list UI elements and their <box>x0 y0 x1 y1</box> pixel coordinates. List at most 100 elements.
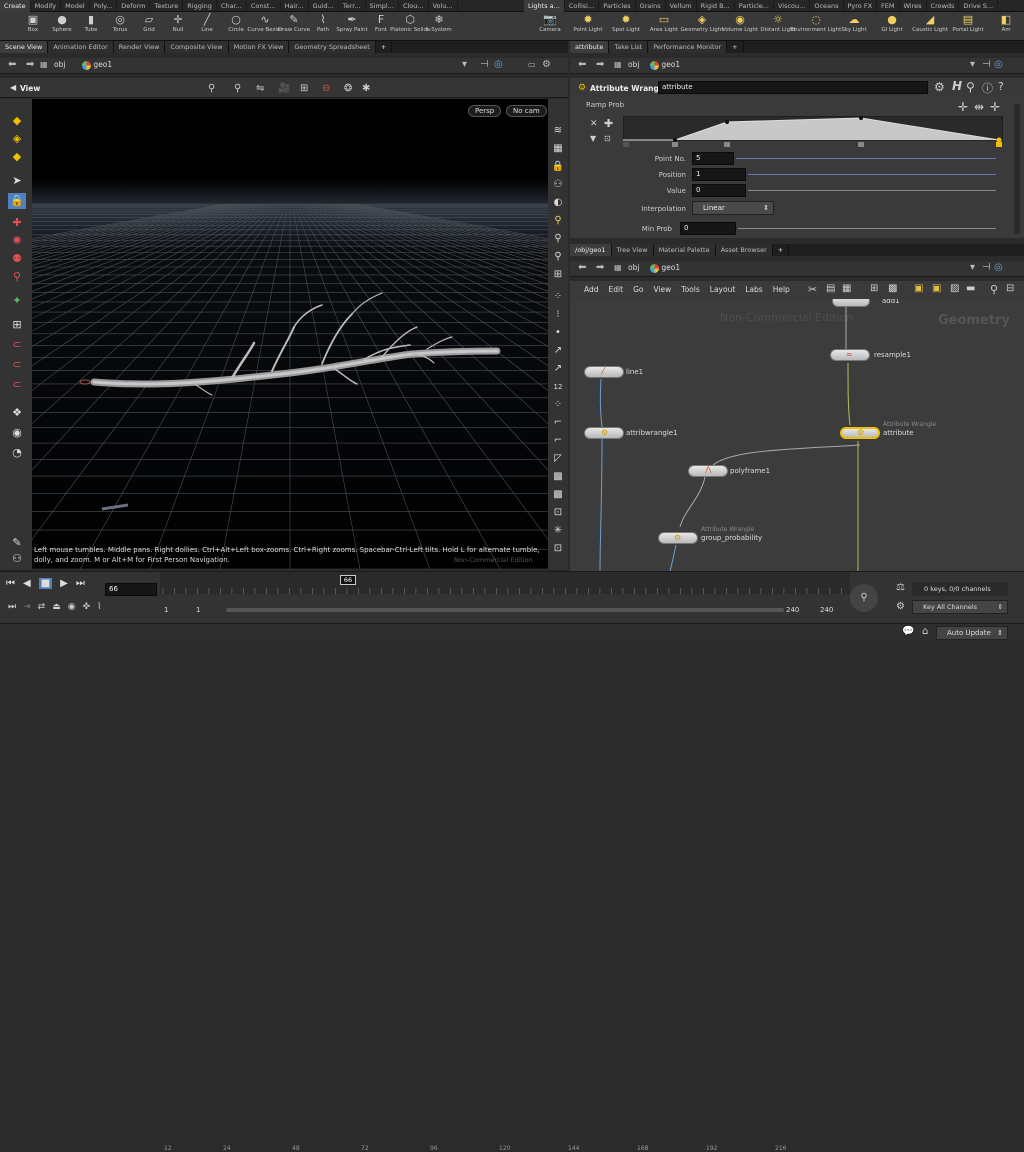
network-editor[interactable]: Non-Commercial Edition Geometry add1 ≈ r… <box>570 299 1024 571</box>
speed-icon[interactable]: ◉ <box>68 602 76 612</box>
network-note-icon[interactable]: ▣ <box>914 283 923 294</box>
pane-tab[interactable]: Composite View <box>165 41 229 53</box>
range-end[interactable]: 240 <box>786 606 799 614</box>
shelf-tab[interactable]: Particles <box>599 0 636 12</box>
shelf-tab[interactable]: Rigid B... <box>697 0 735 12</box>
jump-start-icon[interactable]: ⏮ <box>6 578 15 589</box>
shelf-tab[interactable]: Hair... <box>281 0 309 12</box>
viewport-canvas[interactable] <box>32 99 548 569</box>
camera-icon[interactable]: 🎥 <box>278 83 290 94</box>
ghost-icon[interactable]: ⚇ <box>549 177 567 193</box>
ramp-widget[interactable] <box>623 116 1003 150</box>
texture-icon[interactable]: ▩ <box>549 487 567 503</box>
network-link-icon[interactable]: ◎ <box>994 261 1003 275</box>
network-icon[interactable]: ⌂ <box>922 626 928 637</box>
network-color-icon[interactable]: ▩ <box>888 283 897 294</box>
position-slider[interactable] <box>748 174 996 175</box>
render-icon[interactable]: ◉ <box>8 425 26 441</box>
shelf-tab[interactable]: Wires <box>900 0 927 12</box>
perspective-menu[interactable]: Persp <box>468 105 502 117</box>
measure-icon[interactable]: ⌐ <box>549 433 567 449</box>
record-icon[interactable]: ⊖ <box>322 83 330 94</box>
network-image-icon[interactable]: ▨ <box>950 283 959 294</box>
pin-view-icon[interactable]: ⊡ <box>549 541 567 557</box>
dot-icon[interactable]: • <box>549 325 567 341</box>
ramp-menu-icon[interactable]: ✛ <box>990 100 1000 114</box>
network-sticky-icon[interactable]: ▣ <box>932 283 941 294</box>
network-menu-item[interactable]: Labs <box>745 285 762 294</box>
sync-icon[interactable]: ⇄ <box>38 602 46 612</box>
node-polyframe1[interactable]: ⋀ <box>688 465 728 477</box>
point-numbers-icon[interactable]: 12 <box>549 379 567 395</box>
magnet2-icon[interactable]: ⊂ <box>8 357 26 373</box>
pane-tab[interactable]: Scene View <box>0 41 49 53</box>
tool-box[interactable]: ▣ Box <box>18 13 48 40</box>
params-path-node[interactable]: geo1 <box>661 60 680 69</box>
value-field[interactable]: 0 <box>692 184 746 197</box>
scale-icon[interactable]: ⚉ <box>8 251 26 267</box>
point-no-slider[interactable] <box>736 158 996 159</box>
node-group-probability[interactable]: ⚙ <box>658 532 698 544</box>
rotate-icon[interactable]: ✺ <box>8 233 26 249</box>
network-menu-item[interactable]: Help <box>773 285 790 294</box>
network-back-icon[interactable]: ⬅ <box>578 261 586 275</box>
info-icon[interactable]: ⓘ <box>982 80 993 96</box>
edge-icon[interactable]: ⌐ <box>549 415 567 431</box>
shelf-tab[interactable]: Lights a... <box>524 0 565 12</box>
shelf-tab[interactable]: Const... <box>247 0 281 12</box>
realtime-icon[interactable]: ⏭ <box>8 602 16 612</box>
vertex-icon[interactable]: ⁘ <box>549 397 567 413</box>
tool-gi-light[interactable]: ● GI Light <box>874 13 910 40</box>
select-mode-icon[interactable]: ⚲ <box>234 83 241 94</box>
light-icon[interactable]: ⊞ <box>300 83 308 94</box>
tool-volume-light[interactable]: ◉ Volume Light <box>722 13 758 40</box>
play-back-icon[interactable]: ◀ <box>23 578 31 589</box>
normals-icon[interactable]: ↗ <box>549 343 567 359</box>
point-no-field[interactable]: 5 <box>692 152 734 165</box>
range-end-2[interactable]: 240 <box>820 606 833 614</box>
path-node[interactable]: geo1 <box>93 60 112 69</box>
params-link-icon[interactable]: ◎ <box>994 58 1003 72</box>
pane-tab[interactable]: Asset Browser <box>715 244 773 256</box>
handle-tool-icon[interactable]: ◆ <box>8 113 26 129</box>
uv-icon[interactable]: ◸ <box>549 451 567 467</box>
display-icon[interactable]: ⇋ <box>256 83 264 94</box>
pose-icon[interactable]: ⚲ <box>8 269 26 285</box>
params-back-icon[interactable]: ⬅ <box>578 58 586 72</box>
visibility-icon[interactable]: ❂ <box>344 83 352 94</box>
network-search-icon[interactable]: ⚲ <box>990 283 998 296</box>
pane-max-icon[interactable]: ▭ <box>528 58 536 72</box>
prim-icon[interactable]: ⁝ <box>549 307 567 323</box>
shelf-tab[interactable]: Particle... <box>735 0 774 12</box>
network-tools-icon[interactable]: ✂ <box>808 283 817 296</box>
shelf-tab[interactable]: Poly... <box>90 0 118 12</box>
tool-curve-bezier[interactable]: ∿ Curve Bezier <box>247 13 282 40</box>
pane-tab[interactable]: Take List <box>609 41 649 53</box>
forward-arrow-icon[interactable]: ➡ <box>26 58 34 72</box>
light-bulb-icon[interactable]: ⚲ <box>549 213 567 229</box>
tool-platonic-solids[interactable]: ⬡ Platonic Solids <box>390 13 430 40</box>
network-layout-icon[interactable]: ▤ <box>826 283 835 294</box>
current-frame-field[interactable]: 66 <box>105 583 157 596</box>
tool-tube[interactable]: ▮ Tube <box>76 13 106 40</box>
tool-grid[interactable]: ▱ Grid <box>134 13 164 40</box>
network-menu-item[interactable]: Layout <box>710 285 736 294</box>
transform-icon[interactable]: ✚ <box>8 215 26 231</box>
node-name-field[interactable]: attribute <box>658 81 928 94</box>
network-path-node[interactable]: geo1 <box>661 263 680 272</box>
ramp-insert-icon[interactable]: ✚ <box>604 117 613 130</box>
shelf-tab[interactable]: Vellum <box>666 0 697 12</box>
network-grid-icon[interactable]: ⊞ <box>870 283 878 294</box>
channel-icon[interactable]: ⚖ <box>896 582 905 593</box>
min-prob-field[interactable]: 0 <box>680 222 736 235</box>
shelf-tab[interactable]: Drive S... <box>959 0 999 12</box>
network-menu-item[interactable]: Tools <box>681 285 699 294</box>
options-icon[interactable]: ✱ <box>362 83 370 94</box>
frame-marker[interactable]: 66 <box>340 575 356 585</box>
shelf-tab[interactable]: Simpl... <box>366 0 399 12</box>
magnet-icon[interactable]: ⊂ <box>8 337 26 353</box>
node-add1[interactable] <box>832 299 870 307</box>
move-tool-icon[interactable]: ◆ <box>8 149 26 165</box>
tool-am[interactable]: ◧ Am <box>988 13 1024 40</box>
snap-grid-icon[interactable]: ⊞ <box>8 317 26 333</box>
